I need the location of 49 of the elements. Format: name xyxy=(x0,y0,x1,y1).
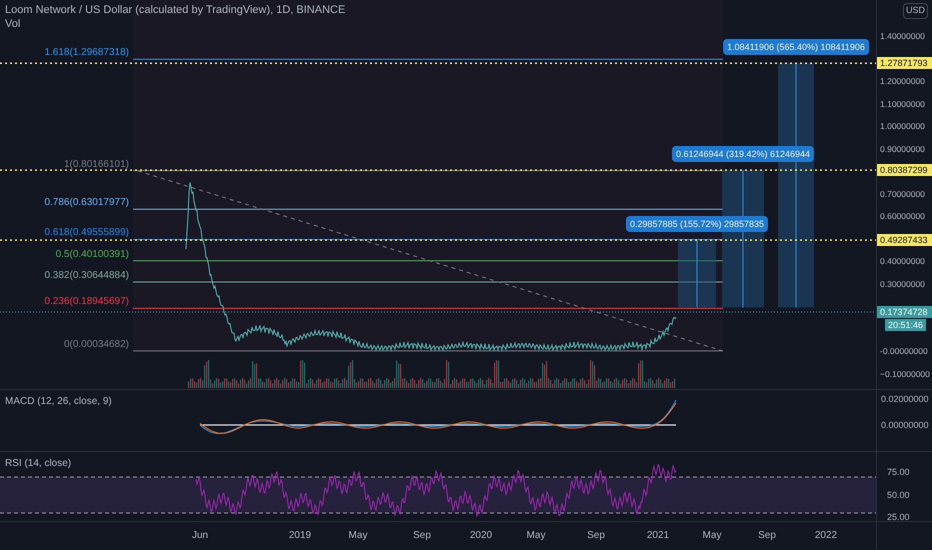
fib-level-label: 1.618(1.29687318) xyxy=(44,47,129,60)
price-tag: 1.27871793 xyxy=(877,57,932,70)
fib-level-label: 1(0.80166101) xyxy=(64,158,129,171)
price-axis-label: 0.60000000 xyxy=(880,210,925,222)
time-axis-label: May xyxy=(702,530,722,542)
price-axis-label: 1.20000000 xyxy=(880,75,925,87)
projection-label: 1.08411906 (565.40%) 108411906 xyxy=(723,39,869,56)
last-price-tag: 0.17374728 xyxy=(877,306,932,318)
projection-box xyxy=(678,240,716,308)
projection-label: 0.61246944 (319.42%) 61246944 xyxy=(672,146,814,162)
volume-label: Vol xyxy=(5,17,22,31)
time-axis-label: Sep xyxy=(412,530,432,542)
time-axis-label: 2022 xyxy=(814,530,838,542)
rsi-axis-label: 50.00 xyxy=(887,489,910,501)
rsi-axis-label: 25.00 xyxy=(887,511,910,523)
time-axis-label: 2021 xyxy=(646,530,670,542)
price-axis-label: 1.00000000 xyxy=(880,120,925,132)
price-axis-label: 0.70000000 xyxy=(880,188,925,200)
price-axis-label: 1.40000000 xyxy=(880,30,925,42)
chart-title: Loom Network / US Dollar (calculated by TradingView), 1D, BINANCE xyxy=(5,3,346,17)
time-axis-label: Jun xyxy=(190,530,210,542)
price-tag: 0.49287433 xyxy=(877,234,932,246)
time-axis-label: May xyxy=(348,530,368,542)
time-axis-label: Sep xyxy=(757,530,777,542)
price-axis-label: 0.30000000 xyxy=(880,278,925,290)
time-axis-label: Sep xyxy=(586,530,606,542)
time-axis-label: 2019 xyxy=(288,530,312,542)
price-axis-label: −0.10000000 xyxy=(880,368,930,380)
time-axis-label: 2020 xyxy=(469,530,493,542)
macd-axis-label: 0.00000000 xyxy=(881,419,929,431)
currency-label: USD xyxy=(902,3,928,18)
price-tag: 0.80387299 xyxy=(877,164,932,176)
fib-level-label: 0.236(0.18945697) xyxy=(44,296,129,308)
time-axis-label: May xyxy=(526,530,546,542)
fib-level-label: 0.786(0.63017977) xyxy=(44,197,129,210)
fib-level-label: 0.5(0.40100391) xyxy=(56,248,129,261)
rsi-title: RSI (14, close) xyxy=(5,457,72,471)
fib-level-label: 0.618(0.49555899) xyxy=(44,227,129,240)
price-axis-label: 0.90000000 xyxy=(880,142,925,154)
fib-level-label: 0(0.00034682) xyxy=(64,338,129,351)
price-axis-label: 0.40000000 xyxy=(880,255,925,267)
fib-level-label: 0.382(0.30644884) xyxy=(44,270,129,282)
price-axis-label: -0.00000000 xyxy=(880,345,928,357)
macd-title: MACD (12, 26, close, 9) xyxy=(5,395,112,409)
price-axis-label: 1.10000000 xyxy=(880,98,925,110)
countdown-tag: 20:51:46 xyxy=(885,319,926,331)
rsi-axis-label: 75.00 xyxy=(887,466,910,478)
macd-axis-label: 0.02000000 xyxy=(881,393,929,405)
projection-label: 0.29857885 (155.72%) 29857835 xyxy=(626,216,768,232)
